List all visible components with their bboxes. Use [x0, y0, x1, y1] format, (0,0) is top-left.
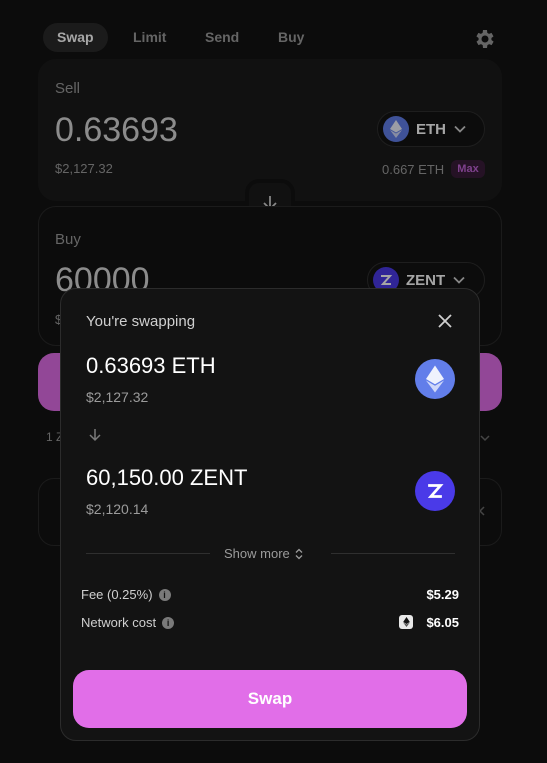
show-more-toggle[interactable]: Show more	[224, 546, 304, 561]
info-icon[interactable]: i	[158, 588, 171, 601]
modal-title: You're swapping	[86, 313, 196, 330]
fee-row-label: Fee (0.25%) i	[81, 587, 171, 602]
eth-icon	[415, 359, 455, 399]
swap-button[interactable]: Swap	[73, 670, 467, 728]
info-icon[interactable]: i	[162, 616, 175, 629]
to-usd: $2,120.14	[86, 501, 149, 517]
from-usd: $2,127.32	[86, 389, 149, 405]
to-amount: 60,150.00 ZENT	[86, 465, 248, 490]
zent-icon	[415, 471, 455, 511]
divider-left	[86, 553, 210, 554]
arrow-down-icon	[89, 429, 101, 442]
chevron-updown-icon	[295, 548, 303, 559]
show-more-label: Show more	[224, 546, 290, 561]
fee-label: Fee (0.25%)	[81, 587, 153, 602]
network-row-label: Network cost i	[81, 615, 175, 630]
close-icon[interactable]	[435, 311, 455, 331]
divider-right	[331, 553, 455, 554]
fee-value: $5.29	[426, 587, 459, 602]
network-cost-value: $6.05	[426, 615, 459, 630]
from-amount: 0.63693 ETH	[86, 353, 216, 378]
gas-icon	[399, 615, 413, 629]
network-cost-label: Network cost	[81, 615, 157, 630]
swap-review-modal: You're swapping 0.63693 ETH $2,127.32 60…	[60, 288, 480, 741]
